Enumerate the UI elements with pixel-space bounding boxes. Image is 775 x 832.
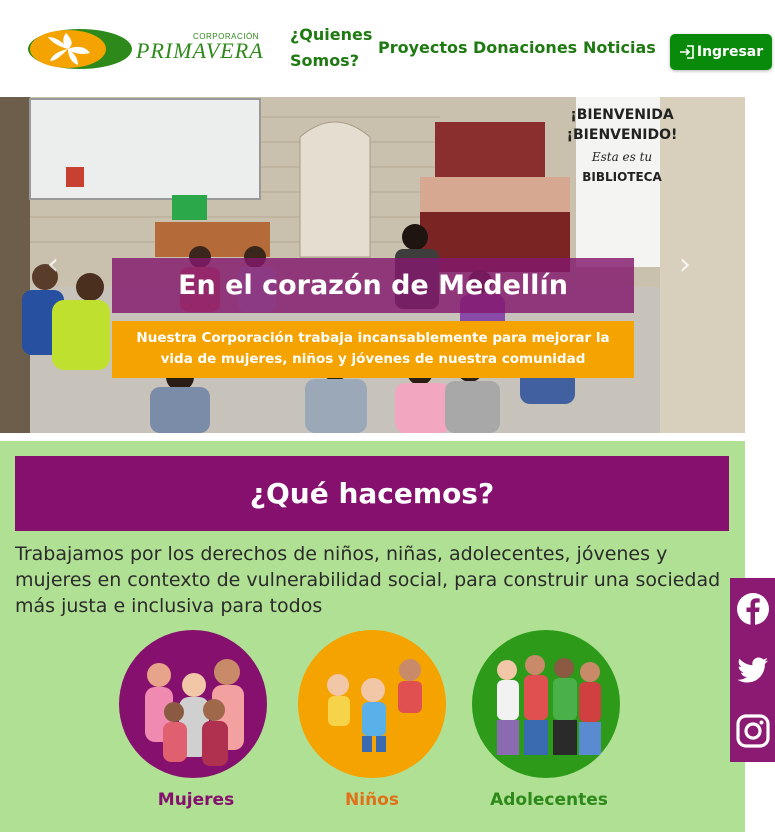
- card-adolecentes-label[interactable]: Adolecentes: [469, 790, 629, 810]
- section-title: ¿Qué hacemos?: [15, 456, 729, 531]
- site-header: CORPORACIÓN PRIMAVERA ¿Quienes Somos? Pr…: [0, 0, 775, 97]
- sign-text-4: BIBLIOTECA: [582, 170, 662, 184]
- card-adolecentes-image[interactable]: [472, 630, 620, 778]
- login-label: Ingresar: [696, 44, 764, 60]
- nav-noticias[interactable]: Noticias: [583, 35, 656, 61]
- logo-emblem: [28, 29, 132, 69]
- sign-text-1: ¡BIENVENIDA: [570, 107, 673, 123]
- twitter-icon[interactable]: [736, 653, 770, 687]
- logo[interactable]: CORPORACIÓN PRIMAVERA: [28, 25, 268, 73]
- carousel-next-icon[interactable]: ›: [679, 247, 691, 282]
- login-icon: [679, 45, 694, 59]
- card-ninos-label[interactable]: Niños: [292, 790, 452, 810]
- hero-title: En el corazón de Medellín: [112, 258, 634, 313]
- nav-quienes-line1: ¿Quienes: [290, 25, 373, 44]
- facebook-icon[interactable]: [736, 592, 770, 626]
- carousel-prev-icon[interactable]: ‹: [47, 247, 59, 282]
- nav-proyectos[interactable]: Proyectos: [378, 35, 468, 61]
- logo-big-text: PRIMAVERA: [136, 38, 264, 63]
- instagram-icon[interactable]: [736, 714, 770, 748]
- hero-carousel: ¡BIENVENIDA ¡BIENVENIDO! Esta es tu BIBL…: [0, 97, 745, 433]
- nav-quienes-somos[interactable]: ¿Quienes Somos?: [290, 22, 372, 74]
- card-ninos-image[interactable]: [298, 630, 446, 778]
- hero-subtitle: Nuestra Corporación trabaja incansableme…: [112, 321, 634, 378]
- login-button[interactable]: Ingresar: [670, 34, 772, 70]
- sign-text-3: Esta es tu: [591, 150, 652, 164]
- what-we-do-section: ¿Qué hacemos? Trabajamos por los derecho…: [0, 441, 745, 832]
- card-mujeres-label[interactable]: Mujeres: [116, 790, 276, 810]
- sign-text-2: ¡BIENVENIDO!: [567, 127, 678, 143]
- nav-quienes-line2: Somos?: [290, 51, 359, 70]
- nav-donaciones[interactable]: Donaciones: [473, 35, 577, 61]
- card-mujeres-image[interactable]: [119, 630, 267, 778]
- social-sidebar: [730, 578, 775, 762]
- section-description: Trabajamos por los derechos de niños, ni…: [15, 543, 721, 617]
